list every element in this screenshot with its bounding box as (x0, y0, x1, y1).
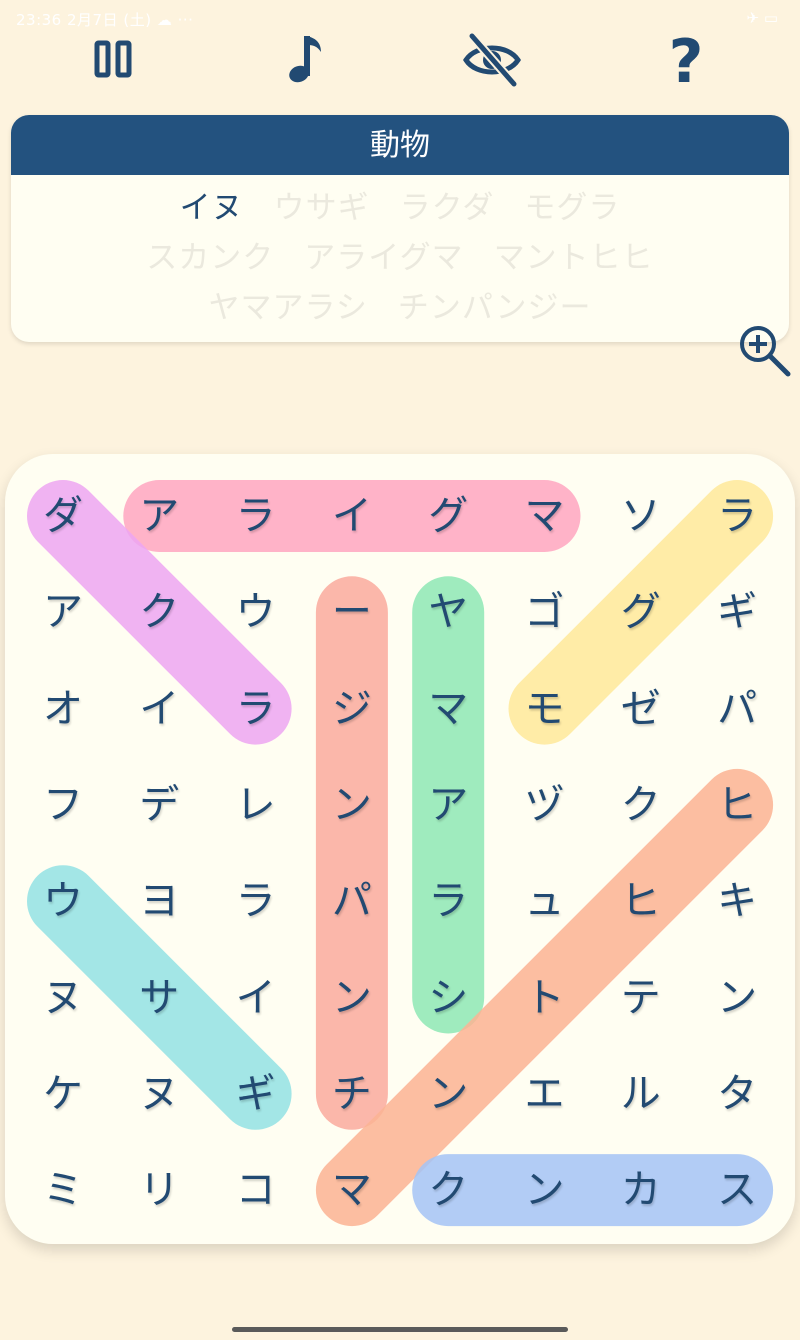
grid-cell[interactable]: ソ (596, 471, 686, 561)
grid-cell[interactable]: ジ (307, 664, 397, 754)
grid-cell[interactable]: ギ (692, 567, 782, 657)
grid-cell[interactable]: ー (307, 567, 397, 657)
grid-cell[interactable]: エ (500, 1049, 590, 1139)
grid-cell[interactable]: レ (211, 760, 301, 850)
grid-cell[interactable]: パ (307, 856, 397, 946)
grid-cell[interactable]: イ (307, 471, 397, 561)
grid-cell[interactable]: イ (211, 953, 301, 1043)
grid-cell[interactable]: オ (18, 664, 108, 754)
grid-cell[interactable]: ラ (692, 471, 782, 561)
grid-cell[interactable]: ヒ (692, 760, 782, 850)
grid-cell[interactable]: ル (596, 1049, 686, 1139)
grid-cell[interactable]: ヨ (114, 856, 204, 946)
grid-cell[interactable]: ク (114, 567, 204, 657)
grid-cell[interactable]: パ (692, 664, 782, 754)
grid-cell[interactable]: ゴ (500, 567, 590, 657)
grid-cell[interactable]: ヌ (114, 1049, 204, 1139)
grid-cell[interactable]: ン (403, 1049, 493, 1139)
grid-cell[interactable]: ク (596, 760, 686, 850)
grid-cell[interactable]: ギ (211, 1049, 301, 1139)
grid-cell[interactable]: ト (500, 953, 590, 1043)
grid-cell[interactable]: ダ (18, 471, 108, 561)
grid-cell[interactable]: ア (114, 471, 204, 561)
grid-cell[interactable]: サ (114, 953, 204, 1043)
grid-cell[interactable]: ク (403, 1145, 493, 1235)
grid-cell[interactable]: ス (692, 1145, 782, 1235)
grid-cell[interactable]: ン (692, 953, 782, 1043)
grid-cell[interactable]: ケ (18, 1049, 108, 1139)
grid-cell[interactable]: カ (596, 1145, 686, 1235)
grid-cell[interactable]: ラ (211, 471, 301, 561)
grid-cell[interactable]: ヒ (596, 856, 686, 946)
grid-cell[interactable]: ラ (403, 856, 493, 946)
grid-cell[interactable]: ュ (500, 856, 590, 946)
grid-cell[interactable]: ン (307, 760, 397, 850)
letter-grid[interactable]: ダアライグマソラアクウーヤゴグギオイラジマモゼパフデレンアヅクヒウヨラパラュヒキ… (0, 0, 800, 1340)
grid-cell[interactable]: ミ (18, 1145, 108, 1235)
grid-cell[interactable]: コ (211, 1145, 301, 1235)
grid-cell[interactable]: マ (403, 664, 493, 754)
grid-cell[interactable]: ヤ (403, 567, 493, 657)
grid-cell[interactable]: ア (403, 760, 493, 850)
grid-cell[interactable]: ラ (211, 856, 301, 946)
grid-cell[interactable]: グ (596, 567, 686, 657)
grid-cell[interactable]: ウ (18, 856, 108, 946)
grid-cell[interactable]: モ (500, 664, 590, 754)
grid-cell[interactable]: リ (114, 1145, 204, 1235)
grid-cell[interactable]: フ (18, 760, 108, 850)
grid-cell[interactable]: ン (307, 953, 397, 1043)
grid-cell[interactable]: テ (596, 953, 686, 1043)
home-indicator[interactable] (232, 1327, 568, 1332)
grid-cell[interactable]: マ (500, 471, 590, 561)
grid-cell[interactable]: ウ (211, 567, 301, 657)
grid-cell[interactable]: タ (692, 1049, 782, 1139)
grid-cell[interactable]: ヅ (500, 760, 590, 850)
grid-cell[interactable]: グ (403, 471, 493, 561)
grid-cell[interactable]: イ (114, 664, 204, 754)
grid-cell[interactable]: ラ (211, 664, 301, 754)
grid-cell[interactable]: ア (18, 567, 108, 657)
grid-cell[interactable]: ヌ (18, 953, 108, 1043)
grid-cell[interactable]: チ (307, 1049, 397, 1139)
grid-cell[interactable]: マ (307, 1145, 397, 1235)
grid-cell[interactable]: ゼ (596, 664, 686, 754)
grid-cell[interactable]: シ (403, 953, 493, 1043)
grid-cell[interactable]: キ (692, 856, 782, 946)
grid-cell[interactable]: ン (500, 1145, 590, 1235)
grid-cell[interactable]: デ (114, 760, 204, 850)
